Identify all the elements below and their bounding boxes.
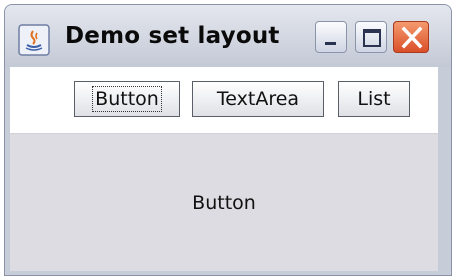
window-title: Demo set layout	[65, 23, 280, 49]
textarea-label: TextArea	[216, 88, 300, 110]
center-button-label: Button	[192, 191, 256, 214]
button-button[interactable]: Button	[74, 81, 180, 117]
close-icon	[401, 26, 423, 49]
content-pane: Button TextArea List Button	[10, 67, 438, 271]
java-cup-icon	[18, 24, 50, 56]
center-button[interactable]: Button	[10, 133, 438, 271]
maximize-button[interactable]	[355, 21, 387, 53]
maximize-icon	[363, 29, 381, 47]
list-button[interactable]: List	[338, 81, 410, 117]
textarea-button[interactable]: TextArea	[192, 81, 324, 117]
list-label: List	[357, 88, 391, 110]
minimize-icon	[325, 42, 336, 45]
close-button[interactable]	[393, 21, 429, 53]
minimize-button[interactable]	[315, 21, 347, 53]
button-label: Button	[92, 86, 162, 112]
button-panel: Button TextArea List	[10, 67, 438, 133]
title-bar[interactable]: Demo set layout	[5, 5, 451, 67]
app-window: Demo set layout Button TextArea List But…	[4, 4, 452, 276]
